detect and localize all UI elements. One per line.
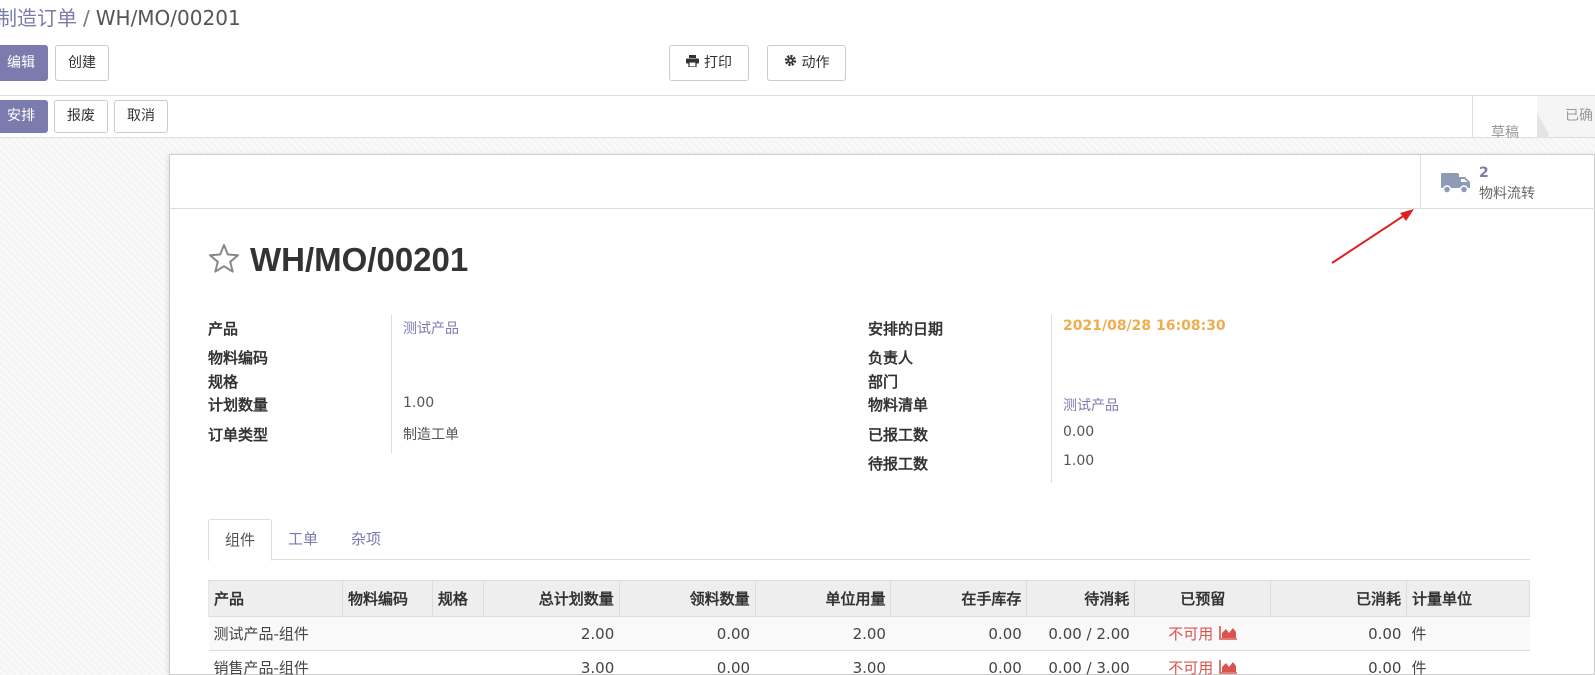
breadcrumb-current: WH/MO/00201 <box>95 6 241 30</box>
total-planned-qty-cell: 3.00 <box>483 650 620 675</box>
scrap-button[interactable]: 报废 <box>54 100 108 133</box>
column-header[interactable]: 在手库存 <box>890 580 1028 617</box>
plan-button[interactable]: 安排 <box>0 100 48 133</box>
total-planned-qty-cell: 2.00 <box>483 616 620 651</box>
pending-hours-value: 1.00 <box>1063 453 1095 469</box>
field-label: 部门 <box>868 373 899 391</box>
column-header[interactable]: 待消耗 <box>1026 580 1136 617</box>
column-header[interactable]: 已消耗 <box>1270 580 1407 617</box>
picked-qty-cell: 0.00 <box>619 616 756 651</box>
consumed-cell: 0.00 <box>1270 650 1407 675</box>
create-button[interactable]: 创建 <box>55 45 109 81</box>
tab-components[interactable]: 组件 <box>208 519 273 561</box>
print-label: 打印 <box>704 55 732 71</box>
spec-cell <box>432 616 484 651</box>
consumed-cell: 0.00 <box>1270 616 1407 651</box>
star-icon[interactable] <box>208 243 240 277</box>
column-header[interactable]: 物料编码 <box>341 580 433 617</box>
uom-cell: 件 <box>1406 616 1530 651</box>
product-cell: 销售产品-组件 <box>208 650 343 675</box>
material-code-cell <box>342 616 433 651</box>
table-row[interactable]: 销售产品-组件 3.00 0.00 3.00 0.00 0.00 / 3.00 … <box>208 650 1530 675</box>
stock-moves-count: 2 <box>1479 165 1489 181</box>
edit-button[interactable]: 编辑 <box>0 45 48 81</box>
reserved-cell: 不可用 <box>1134 616 1271 651</box>
print-button[interactable]: 打印 <box>669 45 749 81</box>
field-label: 规格 <box>208 373 239 391</box>
button-box: 2 物料流转 <box>170 155 1595 209</box>
field-label: 负责人 <box>868 349 914 367</box>
breadcrumb-separator: / <box>83 6 90 30</box>
column-header[interactable]: 领料数量 <box>618 580 756 617</box>
column-header[interactable]: 单位用量 <box>754 580 892 617</box>
action-label: 动作 <box>801 55 830 71</box>
product-cell: 测试产品-组件 <box>208 616 343 651</box>
field-label: 物料清单 <box>868 396 929 414</box>
control-panel: 制造订单 / WH/MO/00201 编辑 创建 打印 动作 安排 报废 取消 草稿… <box>0 0 1595 155</box>
field-label: 物料编码 <box>208 349 269 367</box>
field-label: 产品 <box>208 320 239 338</box>
uom-cell: 件 <box>1406 650 1530 675</box>
field-label: 待报工数 <box>868 455 929 473</box>
scheduled-date-value: 2021/08/28 16:08:30 <box>1063 318 1226 334</box>
reserved-cell: 不可用 <box>1134 650 1271 675</box>
unit-usage-cell: 2.00 <box>755 616 891 651</box>
field-label: 计划数量 <box>208 396 269 414</box>
to-consume-cell: 0.00 / 2.00 <box>1026 616 1135 651</box>
stock-moves-smart-button[interactable]: 2 物料流转 <box>1420 155 1595 208</box>
column-header[interactable]: 已预留 <box>1134 580 1272 617</box>
field-divider <box>391 315 392 453</box>
breadcrumb: 制造订单 / WH/MO/00201 <box>0 2 241 32</box>
components-table: 产品 物料编码 规格 总计划数量 领料数量 单位用量 在手库存 待消耗 已预留 … <box>208 580 1531 675</box>
field-divider <box>1051 315 1052 483</box>
print-icon <box>686 47 699 81</box>
unavailable-label: 不可用 <box>1168 659 1214 675</box>
material-code-cell <box>342 650 433 675</box>
picked-qty-cell: 0.00 <box>619 650 756 675</box>
forecast-chart-icon[interactable] <box>1219 659 1238 675</box>
column-header[interactable]: 总计划数量 <box>482 580 620 617</box>
to-consume-cell: 0.00 / 3.00 <box>1026 650 1135 675</box>
annotation-arrow <box>1331 209 1414 264</box>
tab-work-orders[interactable]: 工单 <box>272 519 334 560</box>
field-group-right: 安排的日期 2021/08/28 16:08:30 负责人 部门 物料清单 测试… <box>868 315 1468 485</box>
column-header[interactable]: 计量单位 <box>1405 580 1531 617</box>
cancel-button[interactable]: 取消 <box>114 100 168 133</box>
table-header-row: 产品 物料编码 规格 总计划数量 领料数量 单位用量 在手库存 待消耗 已预留 … <box>208 580 1531 617</box>
forecast-chart-icon[interactable] <box>1219 625 1238 644</box>
action-button[interactable]: 动作 <box>767 45 846 81</box>
record-name: WH/MO/00201 <box>250 241 469 278</box>
notebook-tabs: 组件 工单 杂项 <box>208 519 1530 561</box>
on-hand-cell: 0.00 <box>890 650 1027 675</box>
stage-pipeline: 草稿 已确 <box>1472 96 1595 155</box>
breadcrumb-parent-link[interactable]: 制造订单 <box>0 6 77 30</box>
stock-moves-label: 物料流转 <box>1479 186 1535 202</box>
record-title-row: WH/MO/00201 <box>208 241 468 281</box>
truck-icon <box>1441 172 1471 198</box>
reported-hours-value: 0.00 <box>1063 424 1095 440</box>
order-type-value: 制造工单 <box>403 427 459 443</box>
planned-qty-value: 1.00 <box>403 395 435 411</box>
column-header[interactable]: 产品 <box>208 580 343 617</box>
tab-misc[interactable]: 杂项 <box>335 519 397 560</box>
column-header[interactable]: 规格 <box>431 580 484 617</box>
spec-cell <box>432 650 484 675</box>
bom-link[interactable]: 测试产品 <box>1063 395 1119 415</box>
product-link[interactable]: 测试产品 <box>403 318 459 338</box>
unavailable-label: 不可用 <box>1168 625 1214 643</box>
status-bar: 安排 报废 取消 草稿 已确 <box>0 95 1595 155</box>
field-label: 已报工数 <box>868 426 929 444</box>
field-group-left: 产品 测试产品 物料编码 规格 计划数量 1.00 订单类型 制造工单 <box>208 315 808 455</box>
on-hand-cell: 0.00 <box>890 616 1027 651</box>
table-row[interactable]: 测试产品-组件 2.00 0.00 2.00 0.00 0.00 / 2.00 … <box>208 616 1530 651</box>
unit-usage-cell: 3.00 <box>755 650 891 675</box>
field-label: 安排的日期 <box>868 320 944 338</box>
field-label: 订单类型 <box>208 426 269 444</box>
gear-icon <box>784 47 797 81</box>
